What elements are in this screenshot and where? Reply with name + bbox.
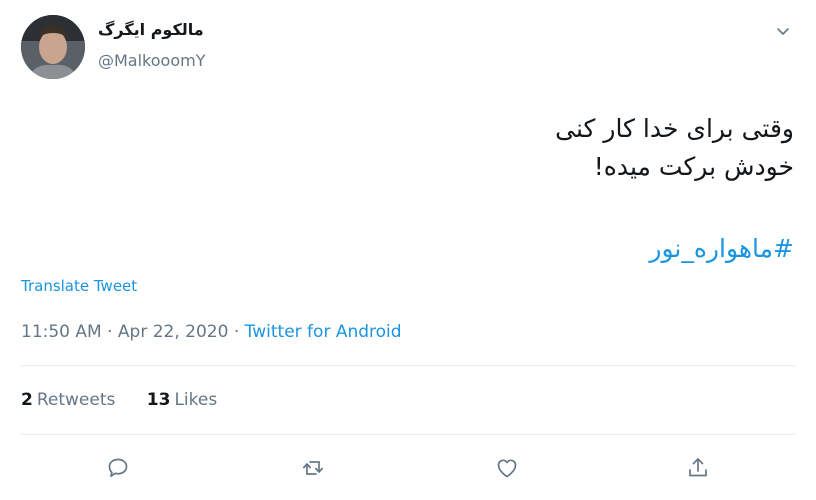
- engagement-stats: 2 Retweets 13 Likes: [21, 390, 243, 410]
- retweets-label: Retweets: [36, 390, 116, 410]
- action-bar: [0, 450, 816, 486]
- share-button[interactable]: [680, 450, 716, 486]
- reply-button[interactable]: [100, 450, 136, 486]
- more-options-button[interactable]: [770, 18, 796, 44]
- chevron-down-icon: [777, 28, 789, 35]
- tweet-date[interactable]: Apr 22, 2020: [118, 322, 229, 342]
- divider: [21, 365, 795, 366]
- retweet-button[interactable]: [295, 450, 331, 486]
- tweet-line: خودش برکت میده!: [593, 152, 794, 181]
- likes-stat[interactable]: 13 Likes: [147, 390, 217, 410]
- user-handle[interactable]: @MalkooomY: [98, 51, 205, 70]
- tweet-source-link[interactable]: Twitter for Android: [245, 322, 402, 342]
- meta-separator: ·: [228, 322, 245, 342]
- likes-label: Likes: [174, 390, 218, 410]
- display-name[interactable]: مالکوم ایگرگ: [98, 20, 204, 39]
- retweet-icon: [302, 461, 324, 475]
- translate-tweet-link[interactable]: Translate Tweet: [21, 277, 137, 295]
- retweets-count: 2: [21, 390, 33, 410]
- tweet-text: وقتی برای خدا کار کنی خودش برکت میده!: [54, 110, 794, 186]
- likes-count: 13: [146, 390, 171, 410]
- tweet-meta: 11:50 AM · Apr 22, 2020 · Twitter for An…: [21, 322, 402, 342]
- meta-separator: ·: [101, 322, 118, 342]
- reply-icon: [108, 458, 128, 478]
- share-icon: [689, 458, 707, 477]
- avatar[interactable]: [21, 15, 85, 79]
- divider: [21, 434, 795, 435]
- retweets-stat[interactable]: 2 Retweets: [21, 390, 115, 410]
- tweet-line: وقتی برای خدا کار کنی: [555, 114, 794, 143]
- tweet-card: مالکوم ایگرگ @MalkooomY وقتی برای خدا کا…: [0, 0, 816, 500]
- hashtag-link[interactable]: #ماهواره_نور: [649, 230, 794, 268]
- heart-icon: [497, 459, 517, 478]
- like-button[interactable]: [489, 450, 525, 486]
- tweet-time[interactable]: 11:50 AM: [21, 322, 102, 342]
